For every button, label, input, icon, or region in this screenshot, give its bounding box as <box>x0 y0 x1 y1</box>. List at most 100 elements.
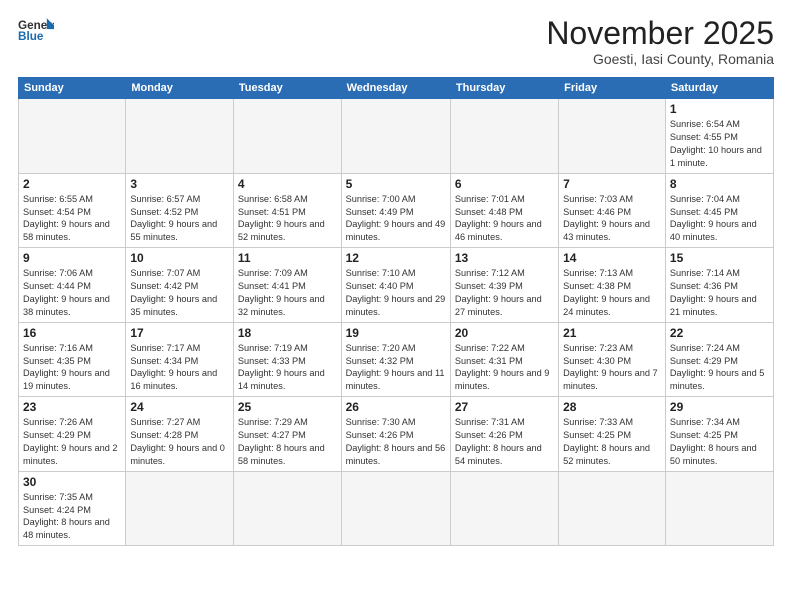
table-row: 25 Sunrise: 7:29 AM Sunset: 4:27 PM Dayli… <box>233 397 341 472</box>
day-info: Sunrise: 7:04 AM Sunset: 4:45 PM Dayligh… <box>670 193 769 245</box>
table-row <box>450 99 558 174</box>
table-row: 27 Sunrise: 7:31 AM Sunset: 4:26 PM Dayli… <box>450 397 558 472</box>
day-number: 11 <box>238 251 337 265</box>
day-number: 16 <box>23 326 121 340</box>
table-row: 2 Sunrise: 6:55 AM Sunset: 4:54 PM Daylig… <box>19 173 126 248</box>
day-number: 18 <box>238 326 337 340</box>
day-number: 2 <box>23 177 121 191</box>
table-row: 8 Sunrise: 7:04 AM Sunset: 4:45 PM Daylig… <box>665 173 773 248</box>
day-info: Sunrise: 7:14 AM Sunset: 4:36 PM Dayligh… <box>670 267 769 319</box>
table-row: 20Sunrise: 7:22 AM Sunset: 4:31 PM Dayli… <box>450 322 558 397</box>
table-row: 1 Sunrise: 6:54 AM Sunset: 4:55 PM Daylig… <box>665 99 773 174</box>
day-info: Sunrise: 6:57 AM Sunset: 4:52 PM Dayligh… <box>130 193 229 245</box>
header-saturday: Saturday <box>665 78 773 99</box>
day-info: Sunrise: 7:09 AM Sunset: 4:41 PM Dayligh… <box>238 267 337 319</box>
calendar: Sunday Monday Tuesday Wednesday Thursday… <box>18 77 774 546</box>
day-number: 14 <box>563 251 661 265</box>
day-info: Sunrise: 7:17 AM Sunset: 4:34 PM Dayligh… <box>130 342 229 394</box>
title-block: November 2025 Goesti, Iasi County, Roman… <box>546 16 774 67</box>
day-info: Sunrise: 7:34 AM Sunset: 4:25 PM Dayligh… <box>670 416 769 468</box>
day-info: Sunrise: 7:10 AM Sunset: 4:40 PM Dayligh… <box>346 267 446 319</box>
day-number: 15 <box>670 251 769 265</box>
table-row: 29Sunrise: 7:34 AM Sunset: 4:25 PM Dayli… <box>665 397 773 472</box>
table-row: 30 Sunrise: 7:35 AM Sunset: 4:24 PM Dayli… <box>19 471 126 546</box>
header-sunday: Sunday <box>19 78 126 99</box>
day-number: 27 <box>455 400 554 414</box>
day-info: Sunrise: 7:03 AM Sunset: 4:46 PM Dayligh… <box>563 193 661 245</box>
day-number: 21 <box>563 326 661 340</box>
table-row <box>126 471 234 546</box>
table-row: 18 Sunrise: 7:19 AM Sunset: 4:33 PM Dayli… <box>233 322 341 397</box>
day-info: Sunrise: 7:27 AM Sunset: 4:28 PM Dayligh… <box>130 416 229 468</box>
table-row: 17 Sunrise: 7:17 AM Sunset: 4:34 PM Dayli… <box>126 322 234 397</box>
table-row: 16 Sunrise: 7:16 AM Sunset: 4:35 PM Dayli… <box>19 322 126 397</box>
day-number: 12 <box>346 251 446 265</box>
day-number: 4 <box>238 177 337 191</box>
day-info: Sunrise: 7:13 AM Sunset: 4:38 PM Dayligh… <box>563 267 661 319</box>
day-info: Sunrise: 7:01 AM Sunset: 4:48 PM Dayligh… <box>455 193 554 245</box>
day-info: Sunrise: 6:58 AM Sunset: 4:51 PM Dayligh… <box>238 193 337 245</box>
table-row <box>233 99 341 174</box>
table-row: 13Sunrise: 7:12 AM Sunset: 4:39 PM Dayli… <box>450 248 558 323</box>
header-monday: Monday <box>126 78 234 99</box>
page: General Blue November 2025 Goesti, Iasi … <box>0 0 792 612</box>
day-info: Sunrise: 7:30 AM Sunset: 4:26 PM Dayligh… <box>346 416 446 468</box>
table-row: 10Sunrise: 7:07 AM Sunset: 4:42 PM Dayli… <box>126 248 234 323</box>
generalblue-icon: General Blue <box>18 16 54 44</box>
day-number: 30 <box>23 475 121 489</box>
day-number: 25 <box>238 400 337 414</box>
day-info: Sunrise: 6:54 AM Sunset: 4:55 PM Dayligh… <box>670 118 769 170</box>
day-number: 17 <box>130 326 229 340</box>
table-row <box>126 99 234 174</box>
header-friday: Friday <box>559 78 666 99</box>
day-number: 28 <box>563 400 661 414</box>
table-row <box>341 471 450 546</box>
day-info: Sunrise: 7:29 AM Sunset: 4:27 PM Dayligh… <box>238 416 337 468</box>
day-info: Sunrise: 7:16 AM Sunset: 4:35 PM Dayligh… <box>23 342 121 394</box>
day-info: Sunrise: 7:19 AM Sunset: 4:33 PM Dayligh… <box>238 342 337 394</box>
header-tuesday: Tuesday <box>233 78 341 99</box>
table-row: 21 Sunrise: 7:23 AM Sunset: 4:30 PM Dayli… <box>559 322 666 397</box>
table-row: 19Sunrise: 7:20 AM Sunset: 4:32 PM Dayli… <box>341 322 450 397</box>
day-number: 8 <box>670 177 769 191</box>
day-number: 13 <box>455 251 554 265</box>
day-info: Sunrise: 7:07 AM Sunset: 4:42 PM Dayligh… <box>130 267 229 319</box>
table-row: 28Sunrise: 7:33 AM Sunset: 4:25 PM Dayli… <box>559 397 666 472</box>
day-number: 7 <box>563 177 661 191</box>
day-number: 5 <box>346 177 446 191</box>
location: Goesti, Iasi County, Romania <box>546 51 774 67</box>
table-row <box>665 471 773 546</box>
table-row: 15 Sunrise: 7:14 AM Sunset: 4:36 PM Dayli… <box>665 248 773 323</box>
day-number: 6 <box>455 177 554 191</box>
weekday-header-row: Sunday Monday Tuesday Wednesday Thursday… <box>19 78 774 99</box>
table-row: 12 Sunrise: 7:10 AM Sunset: 4:40 PM Dayli… <box>341 248 450 323</box>
table-row: 14 Sunrise: 7:13 AM Sunset: 4:38 PM Dayli… <box>559 248 666 323</box>
day-number: 23 <box>23 400 121 414</box>
day-number: 3 <box>130 177 229 191</box>
table-row: 24Sunrise: 7:27 AM Sunset: 4:28 PM Dayli… <box>126 397 234 472</box>
svg-text:Blue: Blue <box>18 30 44 43</box>
header: General Blue November 2025 Goesti, Iasi … <box>18 16 774 67</box>
day-info: Sunrise: 7:06 AM Sunset: 4:44 PM Dayligh… <box>23 267 121 319</box>
table-row: 3 Sunrise: 6:57 AM Sunset: 4:52 PM Daylig… <box>126 173 234 248</box>
day-info: Sunrise: 7:00 AM Sunset: 4:49 PM Dayligh… <box>346 193 446 245</box>
table-row <box>19 99 126 174</box>
day-info: Sunrise: 7:35 AM Sunset: 4:24 PM Dayligh… <box>23 491 121 543</box>
table-row: 4 Sunrise: 6:58 AM Sunset: 4:51 PM Daylig… <box>233 173 341 248</box>
table-row <box>341 99 450 174</box>
day-info: Sunrise: 6:55 AM Sunset: 4:54 PM Dayligh… <box>23 193 121 245</box>
day-number: 20 <box>455 326 554 340</box>
day-number: 1 <box>670 102 769 116</box>
table-row: 22Sunrise: 7:24 AM Sunset: 4:29 PM Dayli… <box>665 322 773 397</box>
table-row: 6 Sunrise: 7:01 AM Sunset: 4:48 PM Daylig… <box>450 173 558 248</box>
header-thursday: Thursday <box>450 78 558 99</box>
day-number: 26 <box>346 400 446 414</box>
table-row <box>233 471 341 546</box>
day-info: Sunrise: 7:23 AM Sunset: 4:30 PM Dayligh… <box>563 342 661 394</box>
day-info: Sunrise: 7:26 AM Sunset: 4:29 PM Dayligh… <box>23 416 121 468</box>
day-info: Sunrise: 7:31 AM Sunset: 4:26 PM Dayligh… <box>455 416 554 468</box>
table-row <box>559 471 666 546</box>
header-wednesday: Wednesday <box>341 78 450 99</box>
day-number: 9 <box>23 251 121 265</box>
table-row: 26 Sunrise: 7:30 AM Sunset: 4:26 PM Dayli… <box>341 397 450 472</box>
